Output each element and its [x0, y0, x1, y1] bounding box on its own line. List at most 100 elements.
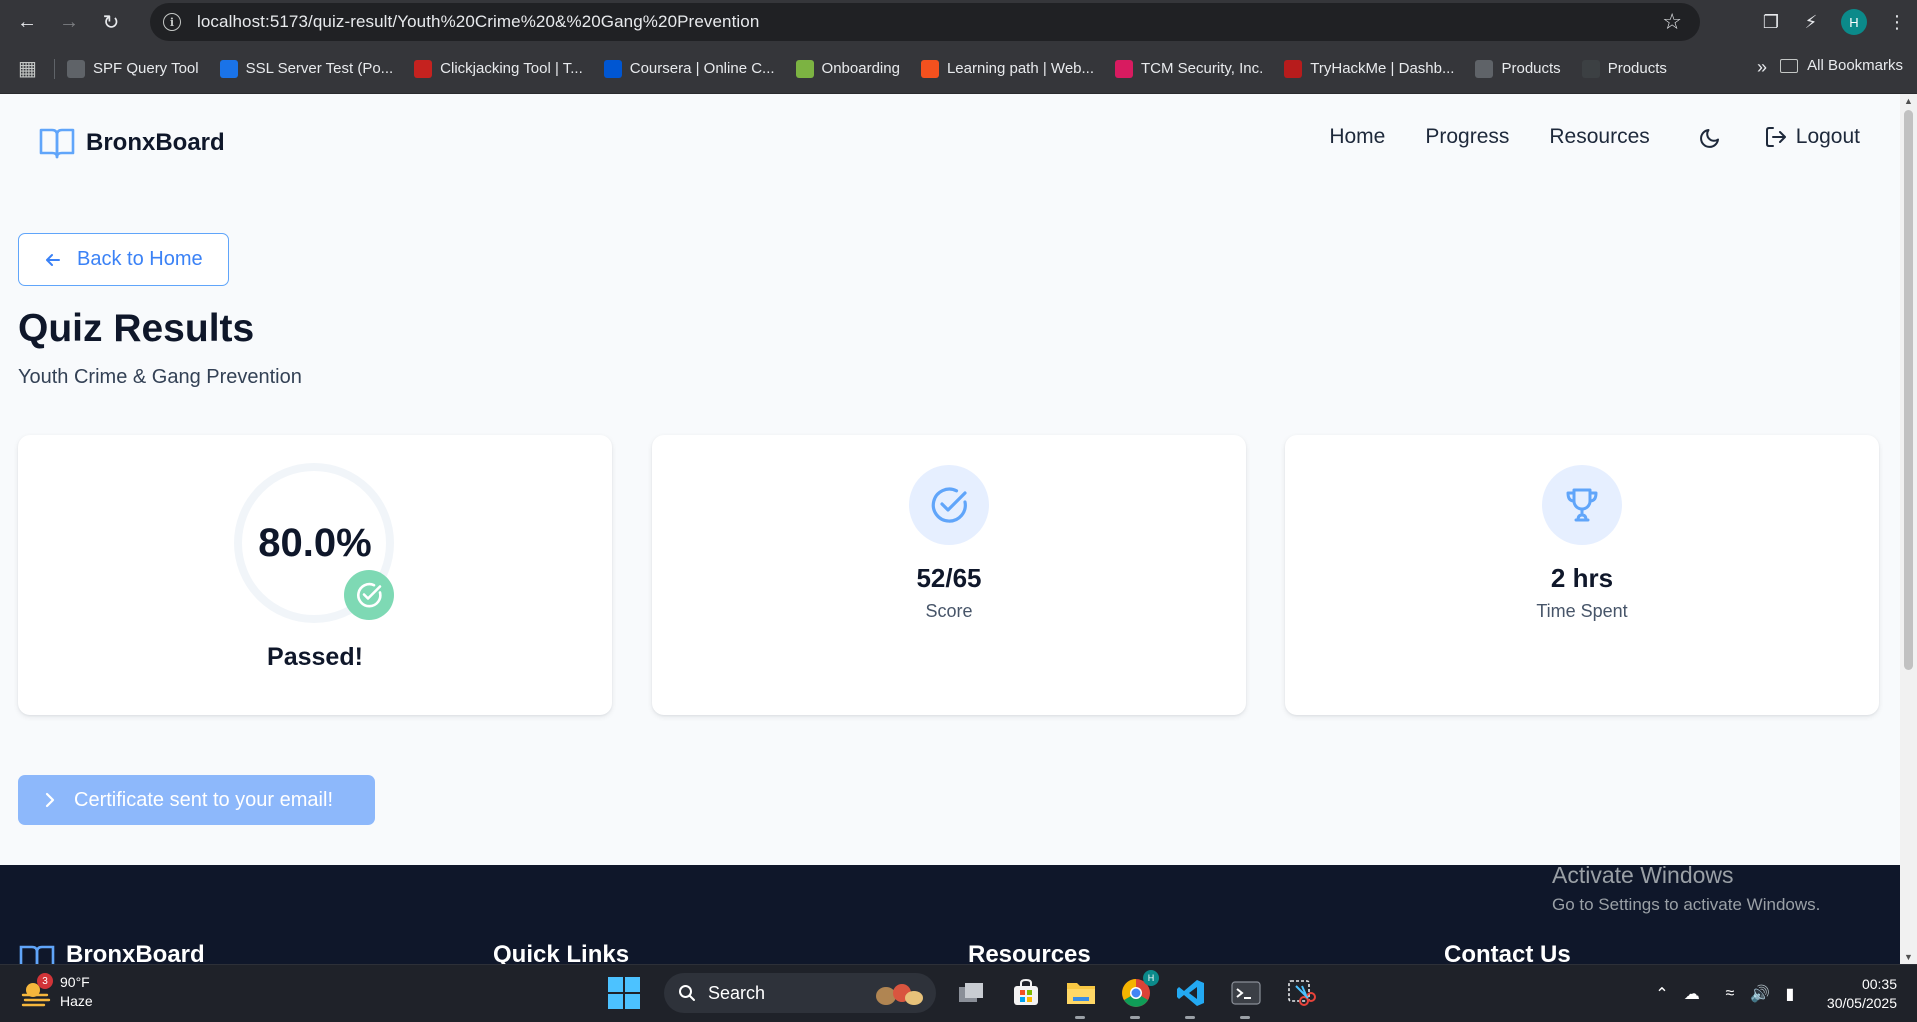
- taskbar-clock[interactable]: 00:35 30/05/2025: [1827, 975, 1897, 1013]
- browser-toolbar: ← → ↻ i localhost:5173/quiz-result/Youth…: [0, 0, 1917, 44]
- bookmark-label: Learning path | Web...: [946, 60, 1095, 77]
- running-indicator: [1185, 1016, 1195, 1019]
- bookmark-item[interactable]: TCM Security, Inc.: [1115, 59, 1263, 78]
- onedrive-cloud-icon[interactable]: ☁: [1677, 984, 1707, 1004]
- bookmark-item[interactable]: Products: [1581, 59, 1667, 78]
- footer-quick-links-heading: Quick Links: [493, 941, 630, 964]
- certificate-button[interactable]: Certificate sent to your email!: [18, 775, 375, 825]
- bookmark-item[interactable]: TryHackMe | Dashb...: [1284, 59, 1454, 78]
- search-label: Search: [708, 982, 766, 1003]
- chevron-right-icon: [45, 792, 55, 808]
- bookmark-favicon-icon: [67, 59, 85, 78]
- bookmark-item[interactable]: Products: [1475, 59, 1561, 78]
- bookmark-label: Products: [1501, 60, 1561, 77]
- quiz-topic: Youth Crime & Gang Prevention: [18, 366, 302, 388]
- bookmark-item[interactable]: Clickjacking Tool | T...: [414, 59, 583, 78]
- certificate-label: Certificate sent to your email!: [74, 788, 333, 811]
- menu-kebab-icon[interactable]: ⋮: [1877, 12, 1917, 33]
- page-title: Quiz Results: [18, 307, 255, 350]
- haze-weather-icon: 3: [20, 973, 53, 1008]
- apps-grid-icon[interactable]: ▦: [18, 56, 48, 81]
- bookmark-favicon-icon: [1115, 59, 1134, 78]
- reload-icon[interactable]: ↻: [96, 7, 126, 37]
- bookmark-item[interactable]: Learning path | Web...: [920, 59, 1095, 78]
- folder-icon: [1780, 58, 1799, 73]
- chevron-up-icon[interactable]: ⌃: [1647, 984, 1677, 1004]
- footer-contact-heading: Contact Us: [1444, 941, 1571, 964]
- running-indicator: [1130, 1016, 1140, 1019]
- bookmark-star-icon[interactable]: ☆: [1662, 9, 1682, 35]
- logout-label: Logout: [1795, 125, 1860, 148]
- time-card: 2 hrs Time Spent: [1285, 435, 1879, 715]
- back-to-home-button[interactable]: Back to Home: [18, 233, 229, 286]
- score-card: 52/65 Score: [652, 435, 1246, 715]
- profile-avatar[interactable]: H: [1841, 9, 1867, 35]
- vscode-icon[interactable]: [1171, 973, 1211, 1019]
- scrollbar-thumb[interactable]: [1904, 110, 1913, 670]
- volume-icon[interactable]: 🔊: [1745, 984, 1775, 1004]
- battery-icon[interactable]: ▮: [1775, 984, 1805, 1004]
- bookmark-favicon-icon: [1284, 59, 1303, 78]
- more-bookmarks-icon[interactable]: »: [1757, 57, 1767, 78]
- nav-resources[interactable]: Resources: [1549, 125, 1649, 149]
- chrome-profile-badge: H: [1143, 970, 1159, 986]
- weather-badge: 3: [37, 973, 53, 989]
- score-label: Score: [925, 601, 973, 621]
- taskbar-search[interactable]: Search: [664, 973, 936, 1013]
- weather-condition: Haze: [60, 993, 93, 1009]
- score-percentage: 80.0%: [258, 521, 372, 565]
- taskbar-apps: Search H: [608, 970, 1321, 1019]
- performance-icon[interactable]: ⚡: [1791, 12, 1831, 33]
- time-icon-circle: [1542, 465, 1622, 545]
- footer-resources-heading: Resources: [968, 941, 1091, 964]
- page-scrollbar[interactable]: ▲ ▼: [1900, 94, 1917, 964]
- bookmark-item[interactable]: Onboarding: [795, 59, 900, 78]
- forward-arrow-icon[interactable]: →: [54, 7, 84, 37]
- address-bar[interactable]: i localhost:5173/quiz-result/Youth%20Cri…: [150, 3, 1700, 41]
- snipping-tool-icon[interactable]: [1281, 973, 1321, 1013]
- all-bookmarks-label: All Bookmarks: [1807, 57, 1903, 74]
- nav-home[interactable]: Home: [1329, 125, 1385, 149]
- footer-brand: BronxBoard: [66, 941, 205, 964]
- all-bookmarks-button[interactable]: All Bookmarks: [1780, 57, 1903, 74]
- task-view-icon[interactable]: [951, 973, 991, 1013]
- bookmark-favicon-icon: [795, 59, 814, 78]
- terminal-icon[interactable]: [1226, 973, 1266, 1019]
- trophy-icon: [1566, 488, 1598, 522]
- nav-progress[interactable]: Progress: [1425, 125, 1509, 149]
- time-label: Time Spent: [1536, 601, 1628, 621]
- score-value: 52/65: [916, 563, 982, 593]
- score-icon-circle: [909, 465, 989, 545]
- bookmark-label: Products: [1607, 60, 1667, 77]
- check-circle-icon: [357, 582, 382, 608]
- dark-mode-moon-icon[interactable]: [1698, 124, 1724, 150]
- bookmark-item[interactable]: SPF Query Tool: [67, 59, 199, 78]
- site-info-icon[interactable]: i: [163, 13, 181, 31]
- bookmark-favicon-icon: [414, 59, 433, 78]
- scroll-up-icon[interactable]: ▲: [1904, 96, 1913, 106]
- logout-icon: [1765, 127, 1786, 147]
- scroll-down-icon[interactable]: ▼: [1904, 952, 1913, 962]
- weather-widget[interactable]: 3 90°F Haze: [20, 973, 93, 1011]
- windows-start-icon[interactable]: [608, 977, 640, 1009]
- url-text[interactable]: localhost:5173/quiz-result/Youth%20Crime…: [197, 12, 759, 32]
- bookmark-item[interactable]: SSL Server Test (Po...: [219, 59, 394, 78]
- bookmark-label: SSL Server Test (Po...: [245, 60, 394, 77]
- search-icon: [679, 985, 695, 1001]
- file-explorer-icon[interactable]: [1061, 973, 1101, 1019]
- bookmark-favicon-icon: [219, 59, 238, 78]
- back-arrow-icon[interactable]: ←: [12, 7, 42, 37]
- arrow-left-icon: [46, 253, 60, 266]
- logout-button[interactable]: Logout: [1764, 125, 1860, 149]
- check-circle-icon: [931, 487, 967, 523]
- bookmark-item[interactable]: Coursera | Online C...: [603, 59, 775, 78]
- wifi-icon[interactable]: ≈: [1715, 985, 1745, 1003]
- windows-taskbar: 3 90°F Haze Search H ⌃ ☁ ≈ 🔊 ▮ 00:35 30/…: [0, 964, 1917, 1022]
- microsoft-store-icon[interactable]: [1006, 973, 1046, 1013]
- bookmark-favicon-icon: [1581, 59, 1600, 78]
- brand-logo[interactable]: BronxBoard: [38, 126, 225, 160]
- watermark-subtitle: Go to Settings to activate Windows.: [1552, 895, 1821, 914]
- running-indicator: [1240, 1016, 1250, 1019]
- extensions-icon[interactable]: ❐: [1751, 12, 1791, 33]
- chrome-icon[interactable]: H: [1116, 970, 1159, 1019]
